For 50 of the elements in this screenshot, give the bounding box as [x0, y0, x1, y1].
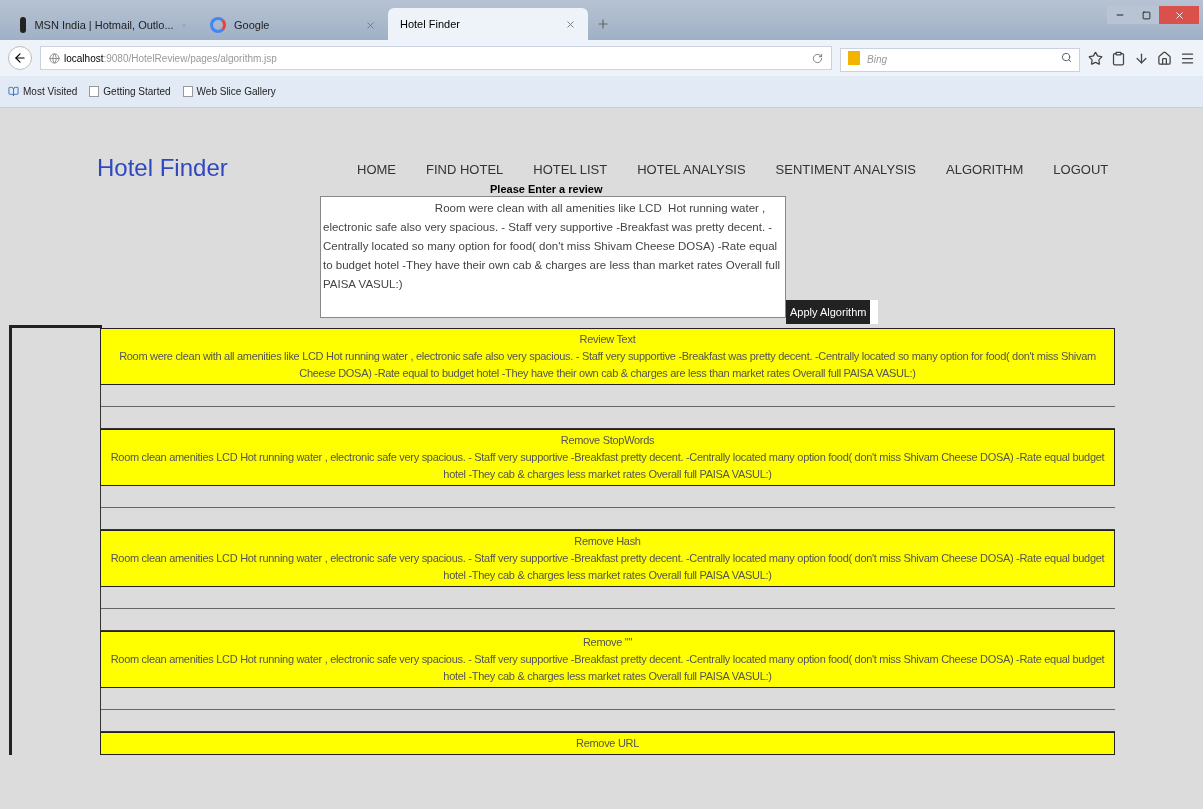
close-icon — [1173, 9, 1185, 21]
bookmark-link[interactable]: Web Slice Gallery — [182, 84, 276, 99]
bookmark-link[interactable]: Most Visited — [8, 84, 78, 99]
step-title: Remove "" — [581, 635, 634, 650]
nav-link[interactable]: ALGORITHM — [946, 160, 1024, 180]
star-icon[interactable] — [1088, 50, 1103, 66]
browser-tab[interactable]: Hotel Finder — [388, 8, 588, 40]
address-field[interactable]: localhost:9080/HotelReview/pages/algorithm.jsp — [40, 46, 832, 70]
new-tab-icon[interactable] — [596, 17, 610, 31]
close-icon[interactable] — [365, 19, 376, 31]
download-icon[interactable] — [1134, 50, 1149, 66]
step-title: Remove URL — [575, 736, 640, 751]
page-icon — [182, 86, 193, 97]
browser-tab[interactable]: MSN India | Hotmail, Outlo... — [8, 10, 198, 40]
nav-link[interactable]: LOGOUT — [1053, 160, 1109, 180]
nav-link[interactable]: HOTEL LIST — [533, 160, 608, 180]
close-icon[interactable] — [565, 18, 576, 30]
maximize-button[interactable] — [1133, 6, 1159, 24]
bookmark-link[interactable]: Getting Started — [89, 84, 171, 99]
minimize-button[interactable] — [1107, 6, 1133, 24]
review-field[interactable]: Room were clean with all amenities like LCD Hot running water , electronic safe also very spacious. - Staff very supportive -Breakfast was pretty decent. -Centrally located so many option for food( don't miss Shivam Cheese DOSA) -Rate equal to budget hotel -They have their own cab & charges are less than market rates Overall full PAISA VASUL:) — [320, 196, 786, 318]
step-title: Review Text — [578, 332, 637, 347]
book-icon — [8, 86, 19, 97]
globe-icon — [49, 52, 60, 64]
step-text: Room clean amenities LCD Hot running water , electronic safe very spacious. - Staff very supportive -Breakfast pretty decent. -Centrally located many option food( don't miss Shivam Cheese DOSA) -Rate equal budget hotel -They cab & charges less market rates Overall full PAISA VASUL:) — [109, 652, 1106, 684]
home-icon[interactable] — [1157, 50, 1172, 66]
step-text: Room clean amenities LCD Hot running water , electronic safe very spacious. - Staff very supportive -Breakfast pretty decent. -Centrally located many option food( don't miss Shivam Cheese DOSA) -Rate equal budget hotel -They cab & charges less market rates Overall full PAISA VASUL:) — [109, 450, 1106, 482]
browser-tab[interactable]: Google — [198, 10, 388, 40]
reload-icon[interactable] — [812, 52, 823, 64]
step-text: Room were clean with all amenities like LCD Hot running water , electronic safe also very spacious. - Staff very supportive -Breakfast was pretty decent. -Centrally located so many option for food( don't miss Shivam Cheese DOSA) -Rate equal to budget hotel -They have their own cab & charges are less than market rates Overall full PAISA VASUL:) — [118, 349, 1097, 381]
site-logo: Hotel Finder — [97, 156, 229, 180]
back-button[interactable] — [8, 46, 32, 70]
review-label: Please Enter a review — [490, 182, 604, 196]
page-icon — [89, 86, 100, 97]
search-field[interactable]: Bing — [840, 47, 1080, 72]
nav-link[interactable]: HOTEL ANALYSIS — [637, 160, 746, 180]
nav-link[interactable]: HOME — [357, 160, 396, 180]
maximize-icon — [1141, 10, 1151, 20]
bing-icon — [848, 51, 860, 65]
search-icon[interactable] — [1061, 52, 1072, 63]
menu-icon[interactable] — [1180, 50, 1195, 66]
step-title: Remove Hash — [573, 534, 642, 549]
g-icon — [210, 17, 226, 33]
apply-algorithm-button[interactable]: Apply Algorithm — [786, 300, 879, 324]
nav-link[interactable]: FIND HOTEL — [426, 160, 504, 180]
clipboard-icon[interactable] — [1111, 50, 1126, 66]
nav-link[interactable]: SENTIMENT ANALYSIS — [775, 160, 916, 180]
back-arrow-icon — [13, 51, 27, 65]
step-title: Remove StopWords — [559, 433, 656, 448]
step-text: Room clean amenities LCD Hot running water , electronic safe very spacious. - Staff very supportive -Breakfast pretty decent. -Centrally located many option food( don't miss Shivam Cheese DOSA) -Rate equal budget hotel -They cab & charges less market rates Overall full PAISA VASUL:) — [109, 551, 1106, 583]
